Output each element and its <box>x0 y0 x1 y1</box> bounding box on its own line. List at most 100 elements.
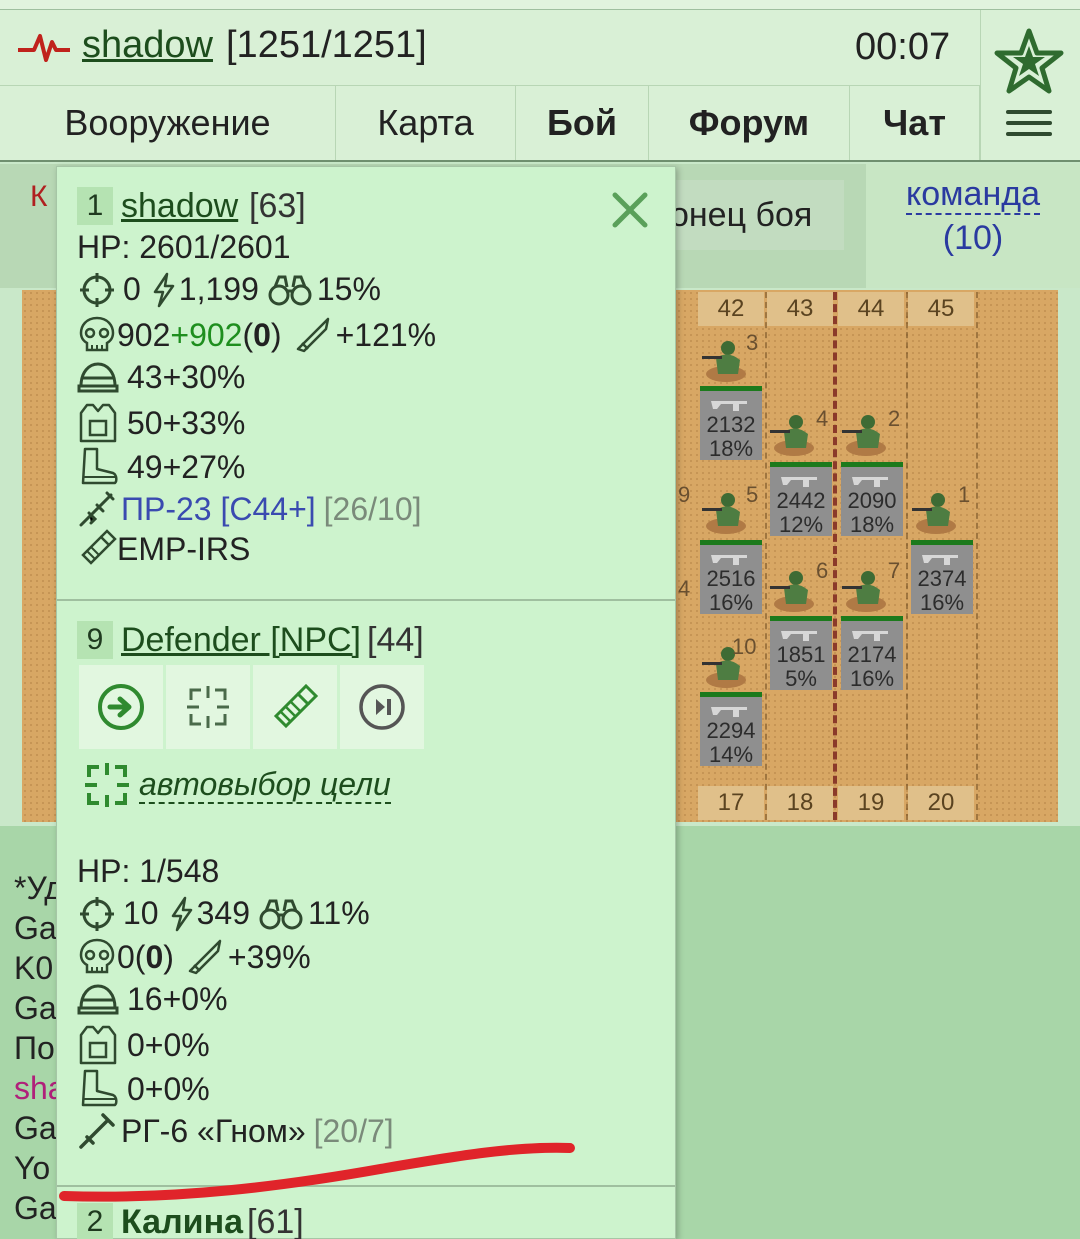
tab-weapons[interactable]: Вооружение <box>0 86 336 160</box>
soldier-icon[interactable] <box>840 408 892 460</box>
cell-value: 2442 <box>776 488 826 513</box>
end-battle-button[interactable]: онец боя <box>660 180 844 250</box>
lightning-icon <box>153 272 175 307</box>
tab-forum[interactable]: Форум <box>649 86 850 160</box>
chat-line: Ga <box>14 1110 57 1146</box>
boot-icon <box>81 1069 118 1107</box>
soldier-icon[interactable] <box>700 486 752 538</box>
chat-line: Ga <box>14 910 57 946</box>
column-header: 42 <box>698 292 764 326</box>
chat-line: Ga <box>14 990 57 1026</box>
skip-turn-button[interactable] <box>340 665 424 749</box>
soldier-icon[interactable] <box>840 564 892 616</box>
unit-cell[interactable]: 2374 16% <box>911 540 973 615</box>
cell-percent: 18% <box>708 436 754 461</box>
target-stats-row: 10 349 11% <box>77 895 370 932</box>
next-unit-name[interactable]: Калина <box>121 1203 243 1239</box>
soldier-icon[interactable] <box>700 334 752 386</box>
unit-cell[interactable]: 1851 5% <box>770 616 832 691</box>
soldier-icon[interactable] <box>910 486 962 538</box>
aim-button[interactable] <box>166 665 250 749</box>
kills-paren: ( <box>242 316 254 353</box>
grid-line <box>976 292 978 820</box>
helmet-value: 16+0% <box>127 981 228 1017</box>
grenade-button[interactable] <box>253 665 337 749</box>
vest-icon <box>79 403 117 443</box>
soldier-icon[interactable] <box>768 564 820 616</box>
vest-icon <box>79 1025 117 1065</box>
tab-label: Бой <box>547 102 617 143</box>
grenade-icon <box>273 683 319 729</box>
unit-cell[interactable]: 2442 12% <box>770 462 832 537</box>
skip-icon <box>359 684 405 730</box>
boot-icon <box>81 447 118 485</box>
column-header: 44 <box>838 292 904 326</box>
target-boots-row: 0+0% <box>77 1069 210 1109</box>
rifle-icon <box>852 631 888 641</box>
column-header: 45 <box>908 292 974 326</box>
unit-cell[interactable]: 2132 18% <box>700 386 762 461</box>
column-footer: 18 <box>767 786 833 820</box>
username-link[interactable]: shadow <box>82 24 213 67</box>
chat-line: Ga <box>14 1190 57 1226</box>
grid-line <box>765 292 767 820</box>
unit-cell[interactable]: 2090 18% <box>841 462 903 537</box>
damage-value: +121% <box>335 316 437 353</box>
star-icon[interactable] <box>994 28 1064 94</box>
pulse-icon[interactable] <box>16 30 72 64</box>
vision-value: 15% <box>316 271 381 307</box>
tab-battle[interactable]: Бой <box>516 86 649 160</box>
cell-percent: 16% <box>708 590 754 615</box>
target-slot-number: 9 <box>77 621 113 659</box>
unit-cell[interactable]: 2294 14% <box>700 692 762 767</box>
team-link[interactable]: команда (10) <box>866 172 1080 260</box>
target-name-link[interactable]: Defender [NPC] <box>121 621 361 660</box>
helmet-icon <box>77 361 119 392</box>
kills-paren: ( <box>134 938 146 975</box>
tab-map[interactable]: Карта <box>336 86 516 160</box>
unit-cell[interactable]: 2516 16% <box>700 540 762 615</box>
armor-value: 0+0% <box>127 1026 210 1063</box>
target-frame-icon <box>187 686 229 728</box>
player-armor-row: 50+33% <box>77 403 245 443</box>
unit-number: 2 <box>888 406 901 431</box>
accuracy-value: 10 <box>123 895 159 931</box>
auto-target-link[interactable]: автовыбор цели <box>83 761 391 809</box>
damage-value: +39% <box>227 938 311 975</box>
target-weapon-row: РГ-6 «Гном» [20/7] <box>77 1111 394 1151</box>
hamburger-icon[interactable] <box>1006 110 1052 140</box>
cell-percent: 5% <box>785 666 817 691</box>
weapon-ammo: [26/10] <box>323 490 422 527</box>
boots-value: 49+27% <box>127 448 246 485</box>
target-helmet-row: 16+0% <box>77 981 228 1018</box>
target-level: [44] <box>367 621 424 659</box>
unit-number: 10 <box>732 634 757 659</box>
soldier-icon[interactable] <box>768 408 820 460</box>
move-button[interactable] <box>79 665 163 749</box>
target-hp: HP: 1/548 <box>77 853 219 890</box>
cell-percent: 16% <box>849 666 895 691</box>
weapon-ammo: [20/7] <box>313 1112 394 1149</box>
player-name-link[interactable]: shadow <box>121 187 238 226</box>
close-icon[interactable] <box>609 189 651 231</box>
cell-value: 2174 <box>847 642 897 667</box>
unit-info-popup: 1 shadow [63] HP: 2601/2601 0 1,199 15% … <box>56 166 676 1239</box>
kills-paren: ) <box>163 938 174 975</box>
top-header: shadow [1251/1251] 00:07 Вооружение Карт… <box>0 0 1080 162</box>
kills-paren-value: 0 <box>145 938 164 975</box>
team-count: (10) <box>942 219 1004 257</box>
weapon-name[interactable]: ПР-23 [С44+] <box>121 491 316 528</box>
tab-chat[interactable]: Чат <box>850 86 980 160</box>
hp-text: HP: 1/548 <box>77 853 220 889</box>
accuracy-value: 0 <box>123 271 141 307</box>
player-grenade-row: EMP-IRS <box>77 529 250 569</box>
cell-percent: 12% <box>778 512 824 537</box>
unit-cell[interactable]: 2174 16% <box>841 616 903 691</box>
unit-number: 9 <box>678 482 691 507</box>
next-unit-card: 2 Калина [61] <box>57 1189 675 1239</box>
bullet-icon <box>188 939 222 975</box>
arrow-circle-icon <box>98 684 144 730</box>
binoculars-icon <box>268 275 312 305</box>
cell-percent: 18% <box>849 512 895 537</box>
subbar-fragment: К <box>30 180 48 213</box>
